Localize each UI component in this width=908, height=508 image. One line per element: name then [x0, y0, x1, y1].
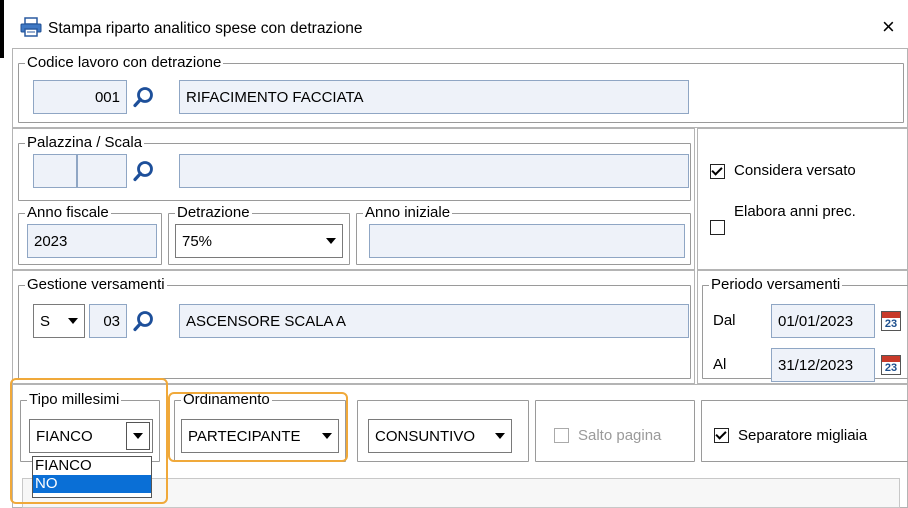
- window-title: Stampa riparto analitico spese con detra…: [48, 20, 363, 37]
- tipo-stampa-select[interactable]: CONSUNTIVO: [368, 419, 512, 453]
- detrazione-value: 75%: [182, 232, 213, 250]
- palazzina-legend: Palazzina / Scala: [25, 134, 145, 151]
- periodo-panel: Periodo versamenti Dal 01/01/2023 23 Al …: [697, 270, 908, 384]
- gestione-tipo-select[interactable]: S: [33, 304, 85, 338]
- window-edge: [0, 0, 4, 58]
- calendar-icon[interactable]: 23: [881, 355, 901, 375]
- detrazione-group: Detrazione 75%: [168, 204, 350, 265]
- chevron-down-icon[interactable]: [495, 433, 505, 439]
- codice-group: Codice lavoro con detrazione 001 RIFACIM…: [18, 54, 904, 123]
- periodo-legend: Periodo versamenti: [709, 276, 843, 293]
- highlight-ordinamento: [168, 392, 348, 462]
- gestione-tipo-value: S: [40, 312, 51, 330]
- salto-pagina-checkbox[interactable]: [554, 428, 569, 443]
- chevron-down-icon[interactable]: [68, 318, 78, 324]
- close-icon[interactable]: ×: [882, 16, 895, 38]
- gestione-group: Gestione versamenti S 03 ASCENSORE SCALA…: [18, 276, 691, 379]
- gestione-panel: Gestione versamenti S 03 ASCENSORE SCALA…: [12, 270, 695, 384]
- scala-field[interactable]: [77, 154, 127, 188]
- separatore-label: Separatore migliaia: [738, 427, 868, 444]
- anno-fiscale-field[interactable]: 2023: [27, 224, 157, 258]
- codice-legend: Codice lavoro con detrazione: [25, 54, 224, 71]
- search-icon[interactable]: [128, 304, 160, 338]
- palazzina-field[interactable]: [33, 154, 77, 188]
- tipo-stampa-value: CONSUNTIVO: [375, 427, 476, 445]
- gestione-code-field[interactable]: 03: [89, 304, 127, 338]
- codice-panel: Codice lavoro con detrazione 001 RIFACIM…: [12, 48, 908, 128]
- al-label: Al: [713, 356, 727, 373]
- palazzina-panel: Palazzina / Scala Anno fiscale 2023 Detr…: [12, 128, 695, 270]
- gestione-legend: Gestione versamenti: [25, 276, 167, 293]
- printer-icon: [20, 17, 42, 37]
- anno-iniziale-field[interactable]: [369, 224, 685, 258]
- calendar-icon[interactable]: 23: [881, 311, 901, 331]
- salto-pagina-label: Salto pagina: [578, 427, 662, 444]
- al-date-field[interactable]: 31/12/2023: [771, 348, 875, 382]
- codice-description-field[interactable]: RIFACIMENTO FACCIATA: [179, 80, 689, 114]
- anno-fiscale-legend: Anno fiscale: [25, 204, 111, 221]
- considera-versato-checkbox[interactable]: [710, 164, 725, 179]
- dal-label: Dal: [713, 312, 736, 329]
- search-icon[interactable]: [128, 80, 160, 114]
- gestione-description-field[interactable]: ASCENSORE SCALA A: [179, 304, 689, 338]
- detrazione-legend: Detrazione: [175, 204, 252, 221]
- search-icon[interactable]: [128, 154, 160, 188]
- periodo-group: Periodo versamenti Dal 01/01/2023 23 Al …: [702, 276, 908, 382]
- chevron-down-icon[interactable]: [326, 238, 336, 244]
- palazzina-group: Palazzina / Scala: [18, 134, 691, 201]
- palazzina-description-field[interactable]: [179, 154, 689, 188]
- elabora-anni-label: Elabora anni prec.: [734, 203, 856, 220]
- salto-pagina-group: Salto pagina: [535, 400, 695, 462]
- detrazione-select[interactable]: 75%: [175, 224, 343, 258]
- highlight-tipo-millesimi: [10, 378, 168, 504]
- tipo-stampa-group: CONSUNTIVO: [357, 400, 529, 462]
- separatore-group: Separatore migliaia: [701, 400, 908, 462]
- dal-date-field[interactable]: 01/01/2023: [771, 304, 875, 338]
- considera-versato-label: Considera versato: [734, 162, 856, 179]
- anno-iniziale-group: Anno iniziale: [356, 204, 691, 265]
- codice-code-field[interactable]: 001: [33, 80, 127, 114]
- separatore-checkbox[interactable]: [714, 428, 729, 443]
- options-panel: Considera versato Elabora anni prec.: [697, 128, 908, 270]
- elabora-anni-checkbox[interactable]: [710, 220, 725, 235]
- anno-iniziale-legend: Anno iniziale: [363, 204, 453, 221]
- anno-fiscale-group: Anno fiscale 2023: [18, 204, 162, 265]
